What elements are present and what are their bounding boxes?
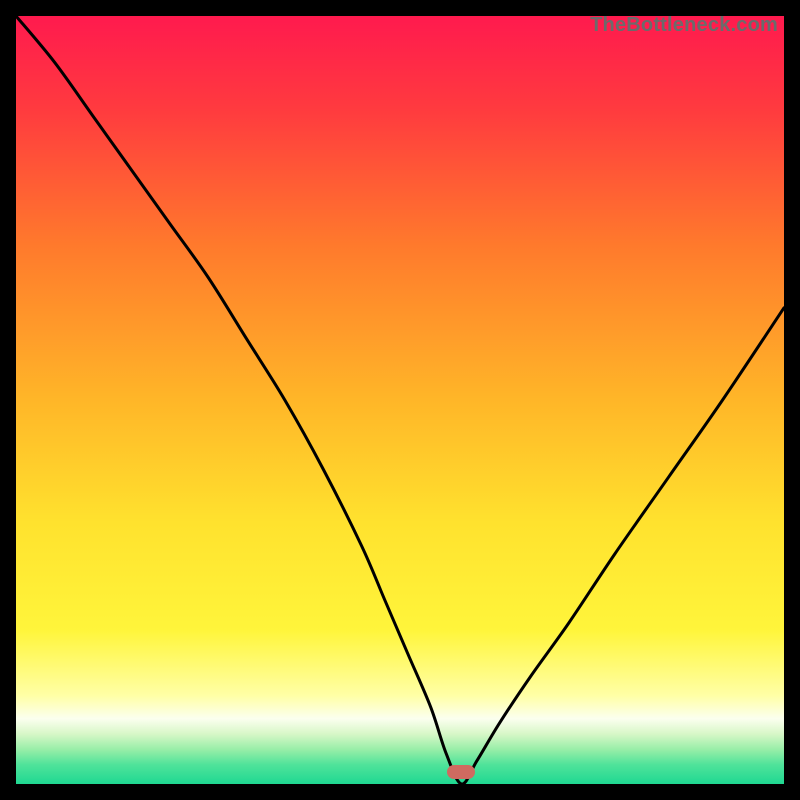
chart-frame: TheBottleneck.com	[0, 0, 800, 800]
watermark-text: TheBottleneck.com	[590, 14, 778, 37]
bottleneck-curve	[16, 16, 784, 784]
optimal-point-marker	[447, 765, 475, 779]
plot-area: TheBottleneck.com	[16, 16, 784, 784]
